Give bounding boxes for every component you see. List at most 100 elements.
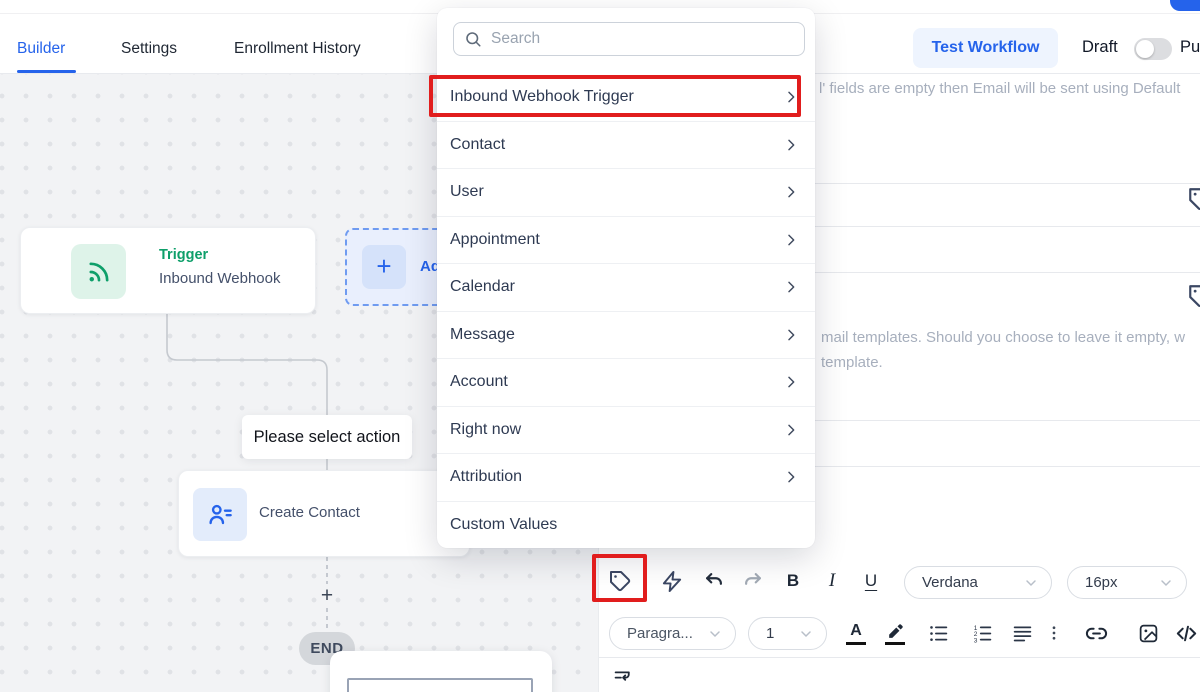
helper-text-1: l' fields are empty then Email will be s… xyxy=(819,80,1200,97)
chevron-right-icon xyxy=(783,137,799,153)
chevron-right-icon xyxy=(783,422,799,438)
chevron-down-icon xyxy=(1158,575,1174,591)
toolbar-divider xyxy=(599,657,1200,658)
menu-item-label: User xyxy=(450,183,783,201)
bottom-partial-card xyxy=(330,651,552,692)
menu-item-label: Attribution xyxy=(450,468,783,486)
menu-item-attribution[interactable]: Attribution xyxy=(437,454,815,502)
text-color-bar xyxy=(846,642,866,645)
ordered-list-icon: 1 2 3 xyxy=(972,623,993,644)
toggle-knob xyxy=(1136,40,1154,58)
tab-settings[interactable]: Settings xyxy=(121,38,177,60)
menu-item-appointment[interactable]: Appointment xyxy=(437,217,815,265)
draft-label: Draft xyxy=(1082,38,1118,57)
trigger-node-card[interactable]: Trigger Inbound Webhook xyxy=(20,227,316,314)
line-height-select[interactable]: 1 xyxy=(748,617,827,650)
search-input[interactable] xyxy=(491,30,794,48)
font-family-select[interactable]: Verdana xyxy=(904,566,1052,599)
underline-glyph: U xyxy=(865,571,877,591)
text-wrap-button[interactable] xyxy=(608,663,638,692)
chevron-down-icon xyxy=(1023,575,1039,591)
custom-values-tag-icon[interactable] xyxy=(1187,283,1200,309)
plus-icon: + xyxy=(362,245,406,289)
create-contact-node-card[interactable]: Create Contact xyxy=(178,470,470,557)
menu-item-label: Contact xyxy=(450,136,783,154)
bullet-list-icon xyxy=(928,623,949,644)
text-wrap-icon xyxy=(613,668,634,689)
highlight-color-bar xyxy=(885,642,905,645)
trigger-card-subtitle: Inbound Webhook xyxy=(159,270,281,287)
insert-image-button[interactable] xyxy=(1133,618,1163,648)
test-workflow-button[interactable]: Test Workflow xyxy=(913,28,1058,68)
menu-item-account[interactable]: Account xyxy=(437,359,815,407)
menu-item-label: Calendar xyxy=(450,278,783,296)
publish-label: Pu xyxy=(1180,38,1200,57)
menu-item-message[interactable]: Message xyxy=(437,312,815,360)
menu-item-label: Appointment xyxy=(450,231,783,249)
bottom-card-inner-field[interactable] xyxy=(347,678,533,692)
menu-item-label: Account xyxy=(450,373,783,391)
undo-icon xyxy=(703,570,725,592)
text-color-button[interactable]: A xyxy=(841,618,871,648)
chevron-right-icon xyxy=(783,374,799,390)
ordered-list-button[interactable]: 1 2 3 xyxy=(967,618,997,648)
chevron-right-icon xyxy=(783,232,799,248)
line-height-value: 1 xyxy=(766,625,798,642)
lightning-icon xyxy=(661,570,684,593)
menu-item-right-now[interactable]: Right now xyxy=(437,407,815,455)
webhook-rss-icon xyxy=(85,258,113,286)
italic-button[interactable]: I xyxy=(817,566,847,596)
create-contact-label: Create Contact xyxy=(259,504,360,521)
code-view-button[interactable] xyxy=(1171,618,1200,648)
trigger-links-button[interactable] xyxy=(657,566,687,596)
chevron-right-icon xyxy=(783,184,799,200)
bullet-list-button[interactable] xyxy=(923,618,953,648)
chevron-right-icon xyxy=(783,327,799,343)
publish-toggle[interactable] xyxy=(1134,38,1172,60)
bold-glyph: B xyxy=(787,571,799,591)
custom-values-tag-icon[interactable] xyxy=(1187,186,1200,212)
font-size-value: 16px xyxy=(1085,574,1158,591)
add-step-plus-icon[interactable]: + xyxy=(316,584,338,608)
italic-glyph: I xyxy=(829,570,835,592)
menu-item-calendar[interactable]: Calendar xyxy=(437,264,815,312)
more-options-button[interactable] xyxy=(1043,618,1065,648)
menu-item-label: Inbound Webhook Trigger xyxy=(450,88,783,106)
redo-icon xyxy=(742,570,764,592)
align-button[interactable] xyxy=(1007,618,1037,648)
menu-item-custom-values[interactable]: Custom Values xyxy=(437,502,815,550)
top-blue-button-fragment[interactable] xyxy=(1170,0,1200,11)
select-action-tooltip: Please select action xyxy=(242,415,412,459)
menu-item-inbound-webhook-trigger[interactable]: Inbound Webhook Trigger xyxy=(437,74,815,122)
menu-item-contact[interactable]: Contact xyxy=(437,122,815,170)
create-contact-iconbox xyxy=(193,488,247,541)
menu-item-label: Message xyxy=(450,326,783,344)
underline-button[interactable]: U xyxy=(856,566,886,596)
paragraph-style-select[interactable]: Paragra... xyxy=(609,617,736,650)
redo-button[interactable] xyxy=(738,566,768,596)
text-color-glyph: A xyxy=(850,622,862,640)
custom-values-tag-button[interactable] xyxy=(605,566,635,596)
contact-person-icon xyxy=(207,501,234,528)
helper-text-3: template. xyxy=(821,354,1200,371)
undo-button[interactable] xyxy=(699,566,729,596)
action-menu-list: Inbound Webhook Trigger Contact User App… xyxy=(437,74,815,549)
font-family-value: Verdana xyxy=(922,574,1023,591)
paragraph-style-value: Paragra... xyxy=(627,625,707,642)
tag-icon xyxy=(608,569,632,593)
tab-enrollment-history[interactable]: Enrollment History xyxy=(234,38,361,60)
search-field[interactable] xyxy=(453,22,805,56)
highlight-color-button[interactable] xyxy=(880,618,910,648)
code-icon xyxy=(1175,622,1198,645)
bold-button[interactable]: B xyxy=(778,566,808,596)
svg-text:3: 3 xyxy=(973,637,977,644)
chevron-down-icon xyxy=(707,626,723,642)
insert-link-button[interactable] xyxy=(1081,618,1111,648)
menu-item-user[interactable]: User xyxy=(437,169,815,217)
menu-item-label: Right now xyxy=(450,421,783,439)
font-size-select[interactable]: 16px xyxy=(1067,566,1187,599)
chevron-right-icon xyxy=(783,279,799,295)
tab-builder[interactable]: Builder xyxy=(17,38,65,60)
chevron-down-icon xyxy=(798,626,814,642)
align-left-icon xyxy=(1012,623,1033,644)
